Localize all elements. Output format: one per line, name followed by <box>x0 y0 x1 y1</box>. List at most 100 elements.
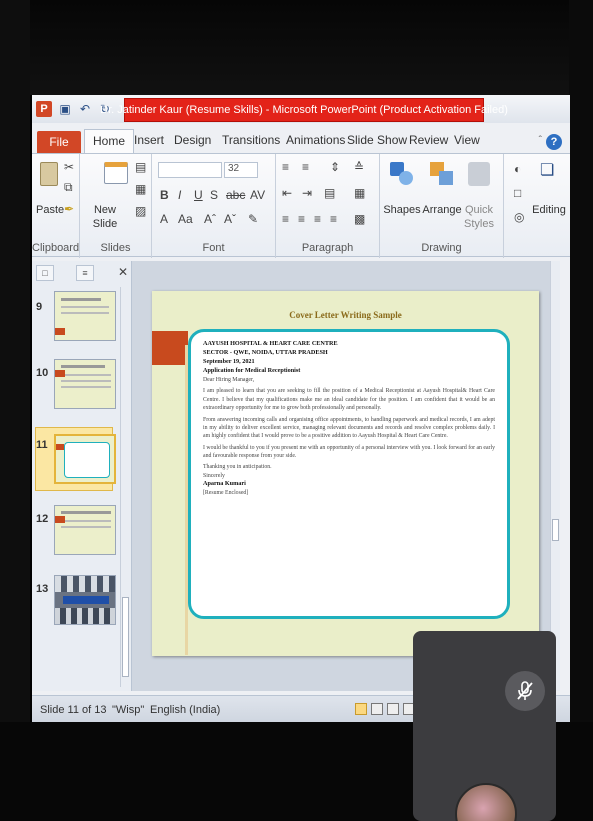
quick-styles-label[interactable]: Quick <box>462 204 496 216</box>
quick-styles-label-2[interactable]: Styles <box>462 218 496 230</box>
video-frame-left <box>0 0 30 821</box>
tab-home[interactable]: Home <box>84 129 135 153</box>
grow-font-icon[interactable]: Aˆ <box>204 212 216 226</box>
slides-group-label: Slides <box>100 242 131 254</box>
arrange-label[interactable]: Arrange <box>422 204 462 216</box>
letter-salutation: Dear Hiring Manager, <box>203 376 255 383</box>
help-icon[interactable]: ? <box>546 134 562 150</box>
shape-outline-icon[interactable]: □ <box>514 186 521 200</box>
font-name-field[interactable] <box>158 162 222 178</box>
slide-thumbnail[interactable] <box>54 359 116 409</box>
text-direction-icon[interactable]: ≙ <box>354 160 364 174</box>
editing-label[interactable]: Editing <box>532 204 566 216</box>
tab-view[interactable]: View <box>454 133 480 147</box>
line-spacing-icon[interactable]: ⇕ <box>330 160 340 174</box>
letter-sincerely: Sincerely <box>203 472 225 479</box>
underline-icon[interactable]: U <box>194 188 203 202</box>
current-slide[interactable]: Cover Letter Writing Sample AAYUSH HOSPI… <box>152 291 539 656</box>
shapes-icon[interactable] <box>390 162 414 186</box>
paste-icon[interactable] <box>40 162 58 186</box>
group-font: 32 B I U S abc AV A Aa Aˆ Aˇ ✎ Font <box>152 154 276 258</box>
theme-name[interactable]: "Wisp" <box>112 704 144 716</box>
letter-enclosure: [Resume Enclosed] <box>203 490 249 497</box>
new-slide-icon[interactable] <box>104 162 128 184</box>
tab-transitions[interactable]: Transitions <box>222 133 280 147</box>
letter-sector: SECTOR - QWE, NOIDA, UTTAR PRADESH <box>203 348 328 356</box>
italic-icon[interactable]: I <box>178 188 181 202</box>
slide-sorter-icon[interactable] <box>371 703 383 715</box>
change-case-icon[interactable]: Aa <box>178 212 193 226</box>
strikethrough-icon[interactable]: abc <box>226 188 245 202</box>
shape-effects-icon[interactable]: ◎ <box>514 210 524 224</box>
bullets-icon[interactable]: ≡ <box>282 160 289 174</box>
numbering-icon[interactable]: ≡ <box>302 160 309 174</box>
char-spacing-icon[interactable]: AV <box>250 188 265 202</box>
shadow-icon[interactable]: S <box>210 188 218 202</box>
thumb-number: 11 <box>36 439 48 451</box>
font-color-icon[interactable]: A <box>160 212 168 226</box>
tab-animations[interactable]: Animations <box>286 133 345 147</box>
tab-insert[interactable]: Insert <box>134 133 164 147</box>
thumbnail-scroll-thumb[interactable] <box>122 597 129 677</box>
arrange-icon[interactable] <box>430 162 454 186</box>
tab-slide-show[interactable]: Slide Show <box>347 133 407 147</box>
format-painter-icon[interactable]: ✒ <box>64 202 74 216</box>
letter-paragraph-2: From answering incoming calls and organi… <box>203 416 495 440</box>
slides-tab-icon[interactable]: □ <box>36 265 54 281</box>
find-icon[interactable]: ❏ <box>540 160 554 180</box>
layout-icon[interactable]: ▤ <box>135 160 146 174</box>
slide-thumbnail[interactable] <box>54 575 116 625</box>
tab-review[interactable]: Review <box>409 133 448 147</box>
reading-view-icon[interactable] <box>387 703 399 715</box>
cover-letter-textbox[interactable]: AAYUSH HOSPITAL & HEART CARE CENTRE SECT… <box>188 329 510 619</box>
bold-icon[interactable]: B <box>160 188 169 202</box>
decrease-indent-icon[interactable]: ⇤ <box>282 186 292 200</box>
tab-file[interactable]: File <box>37 131 81 153</box>
copy-icon[interactable]: ⧉ <box>64 180 73 195</box>
cut-icon[interactable]: ✂ <box>64 160 74 174</box>
slide-scroll-thumb[interactable] <box>552 519 559 541</box>
close-pane-icon[interactable]: ✕ <box>118 265 128 279</box>
tab-design[interactable]: Design <box>174 133 211 147</box>
new-slide-label[interactable]: New <box>90 204 120 216</box>
section-icon[interactable]: ▨ <box>135 204 146 218</box>
language-indicator[interactable]: English (India) <box>150 704 220 716</box>
normal-view-icon[interactable] <box>355 703 367 715</box>
align-right-icon[interactable]: ≡ <box>314 212 321 226</box>
quick-styles-icon[interactable] <box>468 162 490 186</box>
shape-fill-icon[interactable]: ◐ <box>514 162 521 176</box>
powerpoint-logo-icon[interactable]: P <box>36 101 52 117</box>
minimize-ribbon-icon[interactable]: ˆ <box>539 135 542 146</box>
shrink-font-icon[interactable]: Aˇ <box>224 212 236 226</box>
slide-title: Cover Letter Writing Sample <box>289 310 402 320</box>
align-left-icon[interactable]: ≡ <box>282 212 289 226</box>
slide-scrollbar[interactable] <box>550 261 560 691</box>
align-center-icon[interactable]: ≡ <box>298 212 305 226</box>
outline-tab-icon[interactable]: ≡ <box>76 265 94 281</box>
ribbon-tabs: File Home Insert Design Transitions Anim… <box>32 129 570 153</box>
undo-icon[interactable]: ↶ <box>78 102 92 116</box>
align-text-icon[interactable]: ▦ <box>354 186 365 200</box>
smartart-icon[interactable]: ▩ <box>354 212 365 226</box>
reset-icon[interactable]: ▦ <box>135 182 146 196</box>
shapes-label[interactable]: Shapes <box>382 204 422 216</box>
paragraph-group-label: Paragraph <box>301 242 354 254</box>
participant-avatar <box>455 783 517 821</box>
thumb-number: 13 <box>36 583 49 595</box>
microphone-muted-icon[interactable] <box>505 671 545 711</box>
increase-indent-icon[interactable]: ⇥ <box>302 186 312 200</box>
slide-editor: Cover Letter Writing Sample AAYUSH HOSPI… <box>132 261 560 691</box>
thumbnail-scrollbar[interactable] <box>120 287 130 687</box>
columns-icon[interactable]: ▤ <box>324 186 335 200</box>
clear-format-icon[interactable]: ✎ <box>248 212 258 226</box>
font-size-field[interactable]: 32 <box>224 162 258 178</box>
slide-thumbnail[interactable] <box>54 291 116 341</box>
slide-thumbnail[interactable] <box>54 505 116 555</box>
save-icon[interactable]: ▣ <box>58 102 72 116</box>
paste-label[interactable]: Paste <box>36 204 64 216</box>
justify-icon[interactable]: ≡ <box>330 212 337 226</box>
thumb-number: 12 <box>36 513 49 525</box>
slide-thumbnail-selected[interactable] <box>54 434 116 484</box>
participant-video-tile[interactable] <box>413 631 556 821</box>
new-slide-label-2[interactable]: Slide <box>90 218 120 230</box>
